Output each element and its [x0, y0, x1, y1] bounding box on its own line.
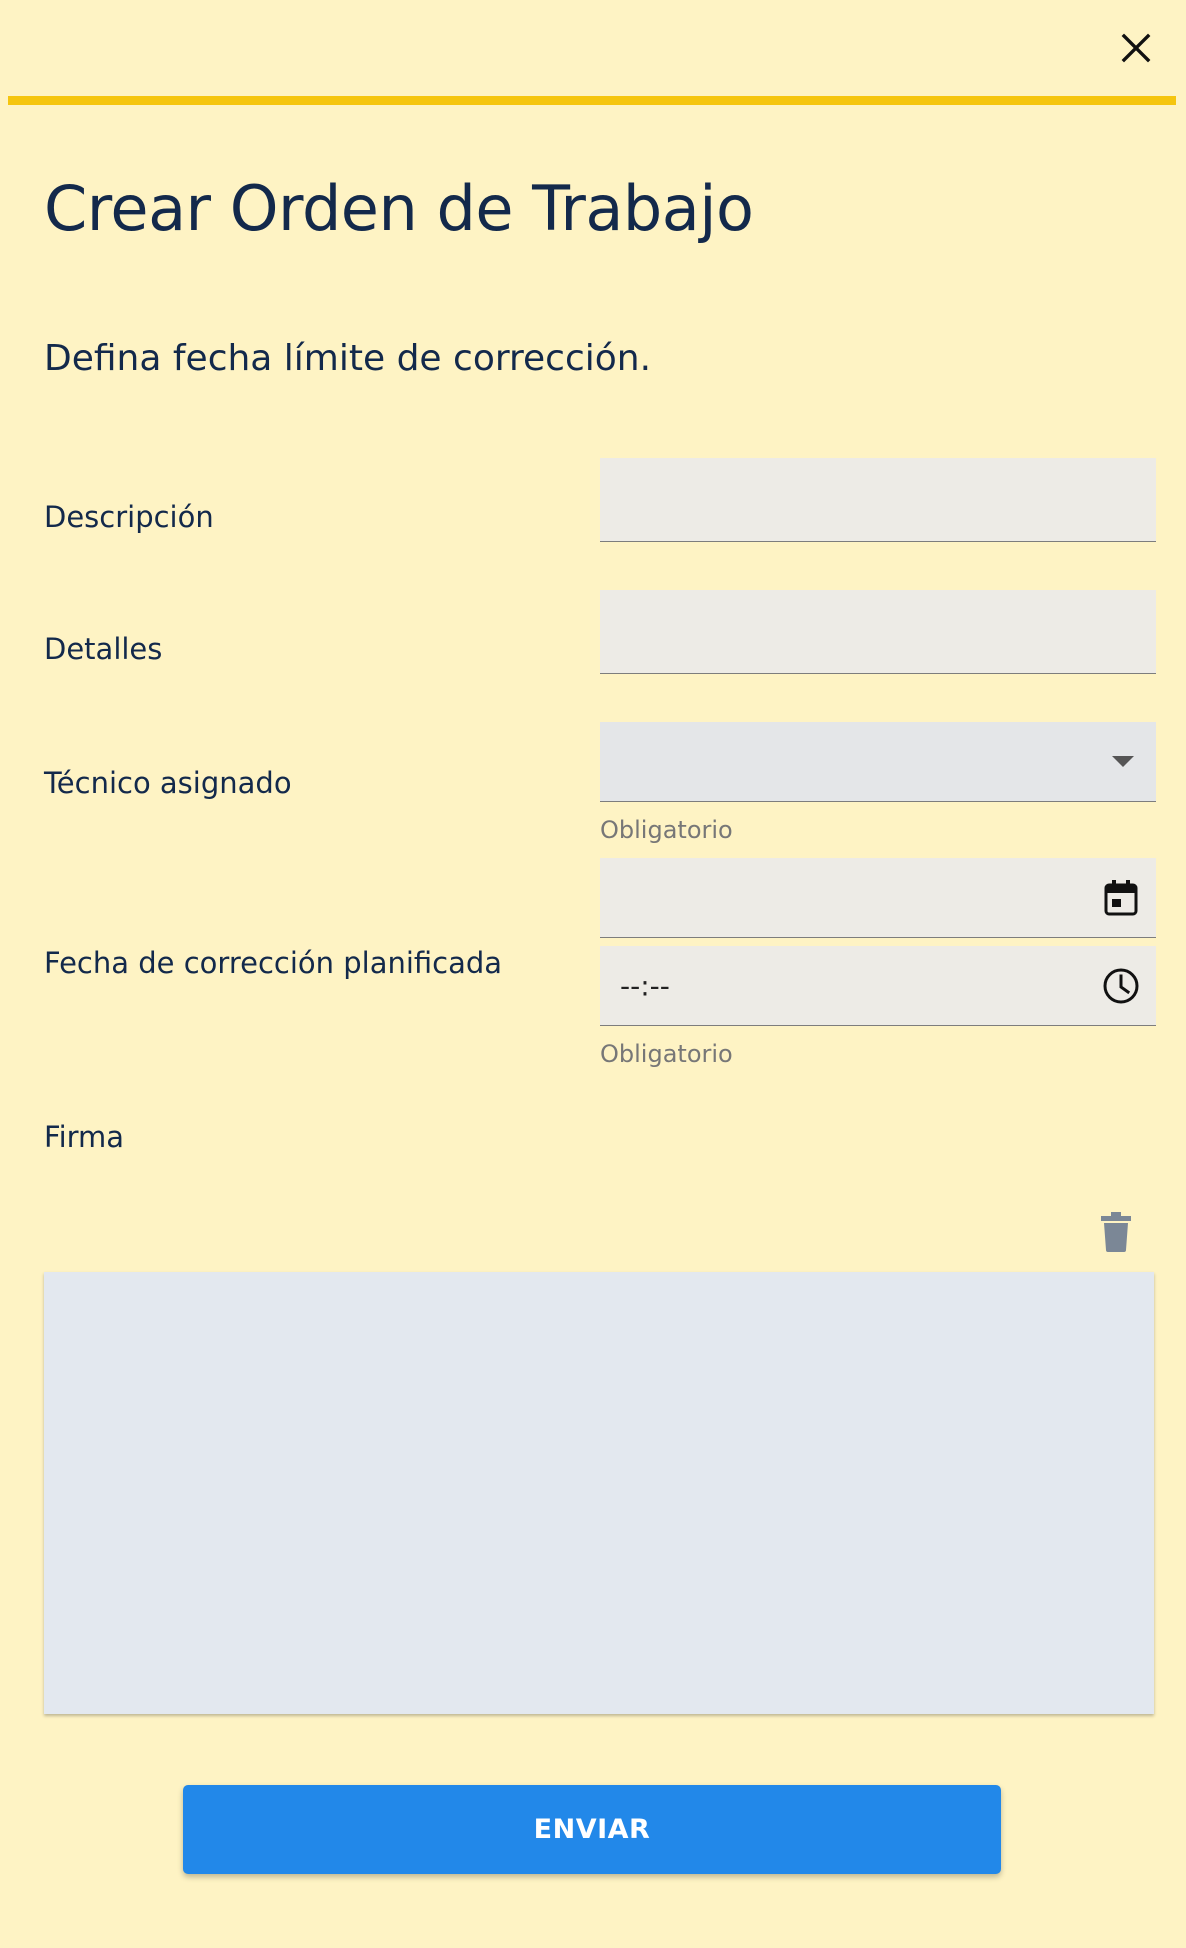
close-icon	[1121, 33, 1151, 63]
detalles-input[interactable]	[600, 590, 1156, 673]
page-title: Crear Orden de Trabajo	[44, 172, 754, 245]
tecnico-label: Técnico asignado	[44, 766, 292, 800]
clock-icon[interactable]	[1102, 967, 1140, 1005]
calendar-icon[interactable]	[1104, 879, 1138, 916]
page-subtitle: Defina fecha límite de corrección.	[44, 338, 652, 379]
firma-label: Firma	[44, 1120, 125, 1154]
detalles-field[interactable]	[600, 590, 1156, 674]
submit-button[interactable]: ENVIAR	[183, 1785, 1001, 1874]
dropdown-arrow-icon[interactable]	[1112, 755, 1134, 768]
descripcion-field[interactable]	[600, 458, 1156, 542]
clear-signature-button[interactable]	[1096, 1208, 1136, 1256]
descripcion-label: Descripción	[44, 500, 214, 534]
close-button[interactable]	[1114, 26, 1158, 70]
header-accent-bar	[8, 96, 1176, 105]
tecnico-helper-text: Obligatorio	[600, 816, 733, 844]
fecha-helper-text: Obligatorio	[600, 1040, 733, 1068]
time-field[interactable]: --:--	[600, 946, 1156, 1026]
trash-icon	[1101, 1212, 1131, 1252]
time-input-value[interactable]: --:--	[620, 969, 670, 1002]
tecnico-select[interactable]	[600, 722, 1156, 802]
signature-pad[interactable]	[44, 1272, 1154, 1714]
detalles-label: Detalles	[44, 632, 163, 666]
date-field[interactable]	[600, 858, 1156, 938]
fecha-label: Fecha de corrección planificada	[44, 946, 503, 980]
descripcion-input[interactable]	[600, 458, 1156, 541]
